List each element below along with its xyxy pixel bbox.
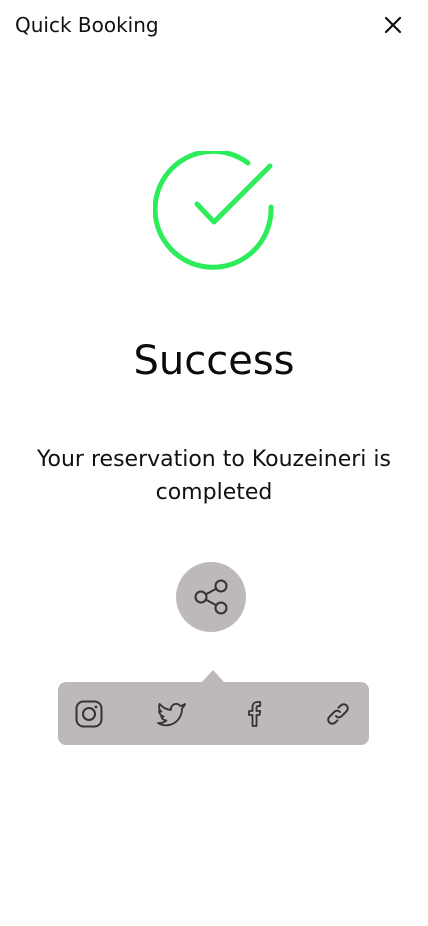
share-options-popover xyxy=(58,682,369,745)
page-title: Quick Booking xyxy=(15,13,159,37)
share-facebook-button[interactable] xyxy=(240,698,272,730)
share-instagram-button[interactable] xyxy=(73,698,105,730)
link-icon xyxy=(327,703,349,725)
share-button[interactable] xyxy=(176,562,246,632)
check-circle-icon xyxy=(153,151,274,270)
popover-arrow xyxy=(202,670,224,682)
share-twitter-button[interactable] xyxy=(156,698,188,730)
share-copy-link-button[interactable] xyxy=(322,698,354,730)
share-icon xyxy=(194,579,228,615)
close-button[interactable] xyxy=(380,12,406,38)
quick-booking-screen: Quick Booking Success Your reservation t… xyxy=(0,0,428,926)
reservation-message: Your reservation to Kouzeineri is comple… xyxy=(37,447,391,505)
close-icon xyxy=(384,16,402,34)
success-title: Success xyxy=(133,338,295,384)
instagram-icon xyxy=(75,700,103,728)
twitter-icon xyxy=(157,702,186,727)
facebook-icon xyxy=(248,701,262,727)
